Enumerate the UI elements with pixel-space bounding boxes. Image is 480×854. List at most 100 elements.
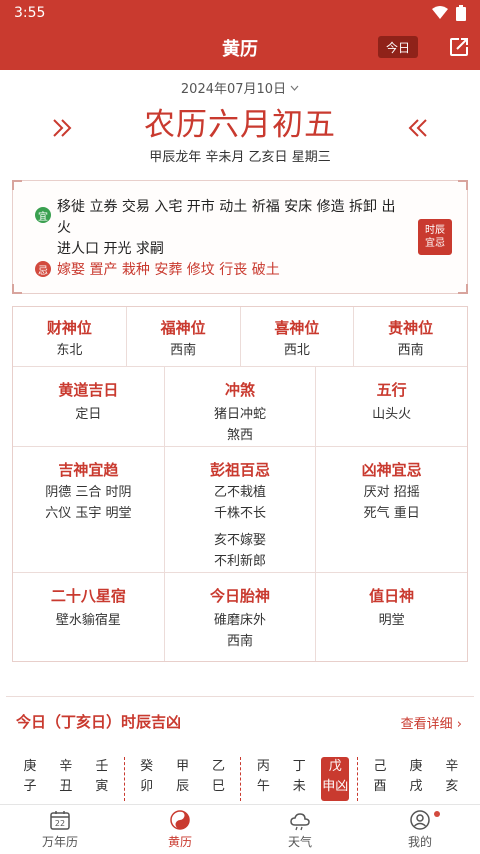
branch: 丑 [59,779,73,794]
cell-title: 五行 [376,381,407,399]
pengzu-cell[interactable]: 彭祖百忌 乙不栽植 千株不长 亥不嫁娶 不利新郎 [165,447,317,572]
stem: 癸 [140,759,154,774]
solar-date: 2024年07月10日 [180,82,287,97]
shichen-column[interactable]: 庚戌 [402,757,430,801]
stem: 庚 [409,759,423,774]
ji-badge-icon: 忌 [35,261,51,277]
god-title: 喜神位 [274,319,320,337]
corner-ornament [12,284,22,294]
god-cell[interactable]: 财神位 东北 [13,307,127,366]
cell-value: 不利新郎 [214,554,267,569]
info-row: 黄道吉日 定日 冲煞 猪日冲蛇 煞西 五行 山头火 [13,367,467,447]
corner-ornament [458,180,468,190]
shichen-heading: 今日（丁亥日）时辰吉凶 [16,713,182,731]
shichen-btn-line: 宜忌 [425,238,445,249]
column-divider [123,757,125,801]
cell-title: 今日胎神 [210,587,271,605]
tab-almanac[interactable]: 黄历 [120,805,240,854]
date-picker[interactable]: 2024年07月10日 [181,78,299,97]
shichen-yiji-button[interactable]: 时辰 宜忌 [418,219,452,255]
cell-value: 乙不栽植 [214,485,267,500]
cell-value: 煞西 [227,428,254,443]
app-bar: 黄历 今日 [0,26,480,70]
branch: 酉 [373,779,387,794]
notification-dot [434,811,440,817]
cell-value: 定日 [75,407,102,422]
battery-icon [456,5,466,21]
tab-calendar[interactable]: 22 万年历 [0,805,120,854]
status-icons [432,5,466,21]
tab-weather[interactable]: 天气 [240,805,360,854]
column-divider [357,757,359,801]
shichen-columns: 庚子 辛丑 壬寅 癸卯 甲辰 乙巳 丙午 丁未 戊申凶 己酉 庚戌 辛亥 [16,757,466,801]
tab-profile[interactable]: 我的 [360,805,480,854]
god-title: 福神位 [160,319,206,337]
cell-title: 凶神宜忌 [361,461,422,479]
god-cell[interactable]: 贵神位 西南 [354,307,467,366]
calendar-icon: 22 [50,811,70,830]
cloud-icon [290,813,310,831]
shichen-column[interactable]: 癸卯 [133,757,161,801]
tab-label: 万年历 [41,835,78,849]
status-bar: 3:55 [0,0,480,26]
cell-value: 亥不嫁娶 [214,533,267,548]
today-button[interactable]: 今日 [378,36,418,58]
god-cell[interactable]: 喜神位 西北 [241,307,355,366]
yiji-panel: 宜 移徙 立券 交易 入宅 开市 动土 祈福 安床 修造 拆卸 出火 进人口 开… [12,180,468,294]
stem: 甲 [176,759,190,774]
branch: 卯 [140,779,154,794]
cell-title: 吉神宜趋 [58,461,119,479]
zhirishen-cell[interactable]: 值日神 明堂 [316,573,467,661]
huangdao-cell[interactable]: 黄道吉日 定日 [13,367,165,446]
chevron-down-icon [290,85,299,91]
shichen-column[interactable]: 丙午 [249,757,277,801]
stem: 丁 [292,759,306,774]
share-icon[interactable] [448,36,470,58]
cell-value: 明堂 [378,613,405,628]
taishen-cell[interactable]: 今日胎神 碓磨床外 西南 [165,573,317,661]
xiongshen-cell[interactable]: 凶神宜忌 厌对 招摇 死气 重日 [316,447,467,572]
branch: 午 [256,779,270,794]
shichen-column[interactable]: 壬寅 [88,757,116,801]
branch: 戌 [409,779,423,794]
almanac-grid: 财神位 东北 福神位 西南 喜神位 西北 贵神位 西南 黄道吉日 定日 冲煞 猪… [12,306,468,662]
stem: 己 [373,759,387,774]
shichen-column[interactable]: 辛亥 [438,757,466,801]
shichen-card: 今日（丁亥日）时辰吉凶 查看详细 › 庚子 辛丑 壬寅 癸卯 甲辰 乙巳 丙午 … [6,696,474,804]
page-title: 黄历 [222,39,258,60]
stem: 戊 [328,759,342,774]
cell-value: 死气 重日 [363,506,420,521]
cell-title: 值日神 [369,587,415,605]
god-value: 西南 [170,343,197,358]
info-row: 二十八星宿 壁水貐宿星 今日胎神 碓磨床外 西南 值日神 明堂 [13,573,467,661]
cell-title: 冲煞 [225,381,256,399]
shichen-column[interactable]: 丁未 [285,757,313,801]
tab-label: 天气 [287,835,312,849]
xingxiu-cell[interactable]: 二十八星宿 壁水貐宿星 [13,573,165,661]
shichen-column[interactable]: 甲辰 [169,757,197,801]
chongsha-cell[interactable]: 冲煞 猪日冲蛇 煞西 [165,367,317,446]
corner-ornament [12,180,22,190]
shichen-column-current[interactable]: 戊申凶 [321,757,350,801]
jishen-cell[interactable]: 吉神宜趋 阴德 三合 时阴 六仪 玉宇 明堂 [13,447,165,572]
yi-badge-icon: 宜 [35,207,51,223]
view-details-label: 查看详细 [400,717,453,732]
wuxing-cell[interactable]: 五行 山头火 [316,367,467,446]
yi-list: 移徙 立券 交易 入宅 开市 动土 祈福 安床 修造 拆卸 出火 进人口 开光 … [57,197,397,260]
corner-ornament [458,284,468,294]
god-cell[interactable]: 福神位 西南 [127,307,241,366]
shichen-column[interactable]: 辛丑 [52,757,80,801]
cell-value: 壁水貐宿星 [55,613,121,628]
cell-title: 二十八星宿 [50,587,126,605]
stem: 庚 [23,759,37,774]
branch: 亥 [445,779,459,794]
stem: 乙 [212,759,226,774]
shichen-column[interactable]: 己酉 [366,757,394,801]
branch: 未 [292,779,306,794]
branch: 巳 [212,779,226,794]
shichen-column[interactable]: 乙巳 [205,757,233,801]
stem: 辛 [59,759,73,774]
view-details-link[interactable]: 查看详细 › [401,713,462,732]
ornament-right-icon [408,119,427,137]
shichen-column[interactable]: 庚子 [16,757,44,801]
